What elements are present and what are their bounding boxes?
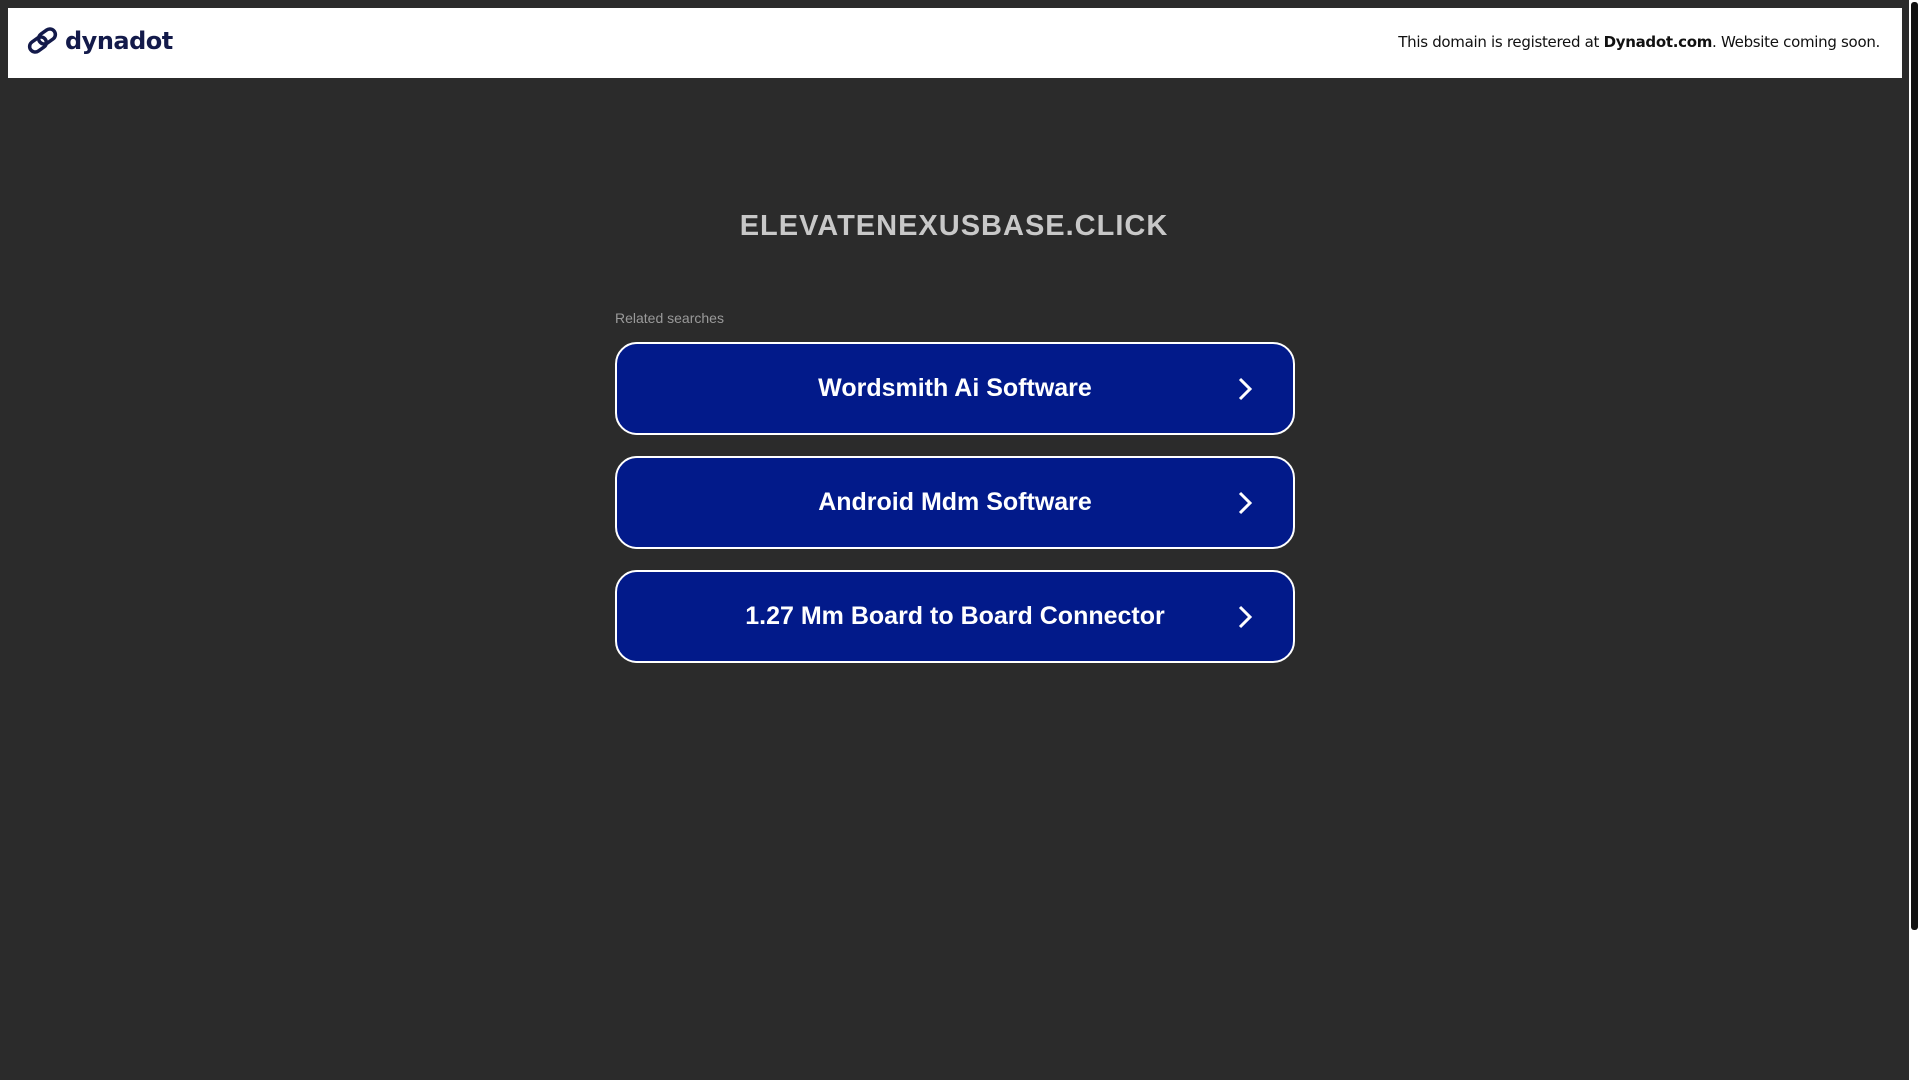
notice-brand: Dynadot.com xyxy=(1603,33,1713,51)
search-label: Wordsmith Ai Software xyxy=(818,374,1092,402)
notice-prefix: This domain is registered at xyxy=(1398,33,1604,51)
notice-suffix: . Website coming soon. xyxy=(1712,33,1880,51)
search-label: Android Mdm Software xyxy=(818,488,1092,516)
registration-notice: This domain is registered at Dynadot.com… xyxy=(1398,33,1880,51)
scrollbar-thumb[interactable] xyxy=(1911,2,1918,930)
top-banner: dynadot This domain is registered at Dyn… xyxy=(8,8,1902,78)
chain-link-icon xyxy=(27,27,58,54)
domain-title: ELEVATENEXUSBASE.CLICK xyxy=(739,210,1169,242)
chevron-right-icon xyxy=(1238,605,1253,628)
related-search-button[interactable]: Android Mdm Software xyxy=(615,456,1295,549)
chevron-right-icon xyxy=(1238,377,1253,400)
chevron-right-icon xyxy=(1238,491,1253,514)
search-label: 1.27 Mm Board to Board Connector xyxy=(745,602,1165,630)
dynadot-logo[interactable]: dynadot xyxy=(27,25,173,57)
related-searches-label: Related searches xyxy=(615,310,724,326)
logo-text: dynadot xyxy=(65,27,173,55)
related-search-button[interactable]: 1.27 Mm Board to Board Connector xyxy=(615,570,1295,663)
related-search-button[interactable]: Wordsmith Ai Software xyxy=(615,342,1295,435)
scrollbar[interactable] xyxy=(1909,0,1920,1080)
